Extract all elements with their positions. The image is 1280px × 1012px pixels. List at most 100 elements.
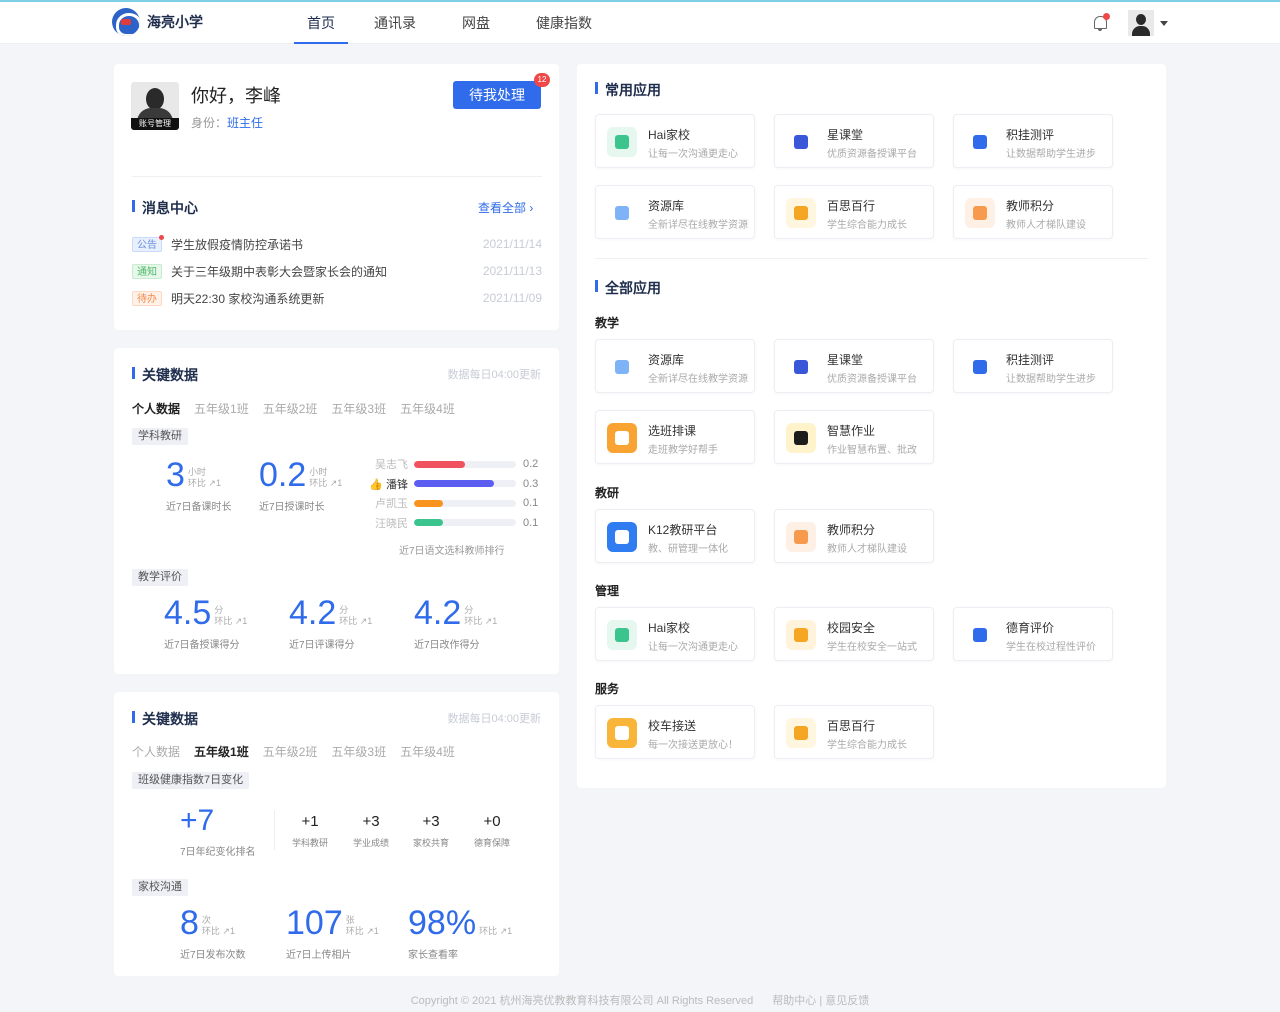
todo-button[interactable]: 待我处理	[453, 81, 541, 109]
trend-text: 环比 ↗1	[345, 926, 379, 936]
app-icon-glyph	[615, 360, 629, 374]
app-desc: 走班教学好帮手	[648, 445, 718, 456]
stat-unit: 张环比 ↗1	[346, 915, 379, 937]
app-desc: 优质资源备授课平台	[827, 149, 917, 160]
stat-unit: 分环比 ↗1	[339, 605, 372, 627]
prep-score-stat: 4.5 分环比 ↗1 近7日备授课得分	[164, 596, 247, 651]
app-icon-glyph	[794, 360, 808, 374]
app-tile[interactable]: 星课堂 优质资源备授课平台	[774, 339, 934, 393]
index-item: +3 学业成绩	[346, 813, 396, 849]
message-date: 2021/11/14	[482, 237, 542, 251]
app-icon	[607, 423, 637, 453]
role-line: 身份：班主任	[191, 114, 263, 131]
unit-text: 分	[464, 605, 474, 615]
key-data-title: 关键数据	[132, 709, 198, 729]
stat-label: 近7日上传相片	[286, 950, 352, 961]
message-date: 2021/11/13	[482, 264, 542, 278]
app-tile[interactable]: 选班排课 走班教学好帮手	[595, 410, 755, 464]
app-icon	[786, 718, 816, 748]
app-tile[interactable]: 智慧作业 作业智慧布置、批改	[774, 410, 934, 464]
nav-tab-contacts[interactable]: 通讯录	[374, 2, 416, 44]
unit-text: 小时	[187, 467, 206, 477]
app-tile[interactable]: 校车接送 每一次接送更放心！	[595, 705, 755, 759]
user-avatar[interactable]	[1128, 10, 1154, 36]
subtab-personal[interactable]: 个人数据	[132, 743, 180, 760]
subtab-class-2[interactable]: 五年级2班	[263, 400, 318, 417]
app-name: 资源库	[648, 199, 685, 213]
app-name: 百思百行	[827, 199, 876, 213]
message-row[interactable]: 通知 关于三年级期中表彰大会暨家长会的通知 2021/11/13	[132, 261, 542, 281]
app-tile[interactable]: 积挂测评 让数据帮助学生进步	[953, 114, 1113, 168]
app-icon-glyph	[615, 726, 629, 740]
nav-tab-home[interactable]: 首页	[294, 2, 348, 44]
rank-change-value: +7	[180, 804, 215, 837]
message-tag: 通知	[132, 263, 162, 279]
app-icon	[965, 198, 995, 228]
app-desc: 让每一次沟通更走心	[648, 149, 738, 160]
app-icon	[786, 352, 816, 382]
ranking-value: 0.1	[523, 497, 539, 509]
chevron-right-icon: ›	[529, 201, 534, 215]
app-tile[interactable]: 积挂测评 让数据帮助学生进步	[953, 339, 1113, 393]
chevron-down-icon[interactable]	[1160, 20, 1168, 26]
stat-value: 98%	[408, 904, 477, 942]
profile-avatar[interactable]: 账号管理	[131, 82, 179, 130]
bell-icon[interactable]	[1090, 13, 1110, 33]
message-row[interactable]: 待办 明天22:30 家校沟通系统更新 2021/11/09	[132, 288, 542, 308]
app-desc: 全新详尽在线教学资源	[648, 220, 748, 231]
nav-tab-health-index[interactable]: 健康指数	[536, 2, 592, 44]
app-tile[interactable]: 教师积分 教师人才梯队建设	[774, 509, 934, 563]
app-name: 百思百行	[827, 719, 876, 733]
app-icon-glyph	[615, 206, 629, 220]
app-icon-glyph	[794, 206, 808, 220]
subtab-personal[interactable]: 个人数据	[132, 400, 180, 417]
message-date: 2021/11/09	[482, 291, 542, 305]
divider	[274, 810, 275, 850]
nav-tab-drive[interactable]: 网盘	[462, 2, 490, 44]
message-row[interactable]: 公告 学生放假疫情防控承诺书 2021/11/14	[132, 234, 542, 254]
message-text: 关于三年级期中表彰大会暨家长会的通知	[171, 264, 388, 279]
view-all-link[interactable]: 查看全部 ›	[478, 199, 533, 216]
subtab-class-4[interactable]: 五年级4班	[400, 400, 455, 417]
tag-text: 公告	[137, 239, 157, 251]
subtab-class-2[interactable]: 五年级2班	[263, 743, 318, 760]
subtab-class-1[interactable]: 五年级1班	[194, 743, 249, 760]
key-data-title: 关键数据	[132, 365, 198, 385]
app-tile[interactable]: 百思百行 学生综合能力成长	[774, 185, 934, 239]
app-icon-glyph	[615, 431, 629, 445]
app-tile[interactable]: 资源库 全新详尽在线教学资源	[595, 339, 755, 393]
app-tile[interactable]: Hai家校 让每一次沟通更走心	[595, 607, 755, 661]
app-name: K12教研平台	[648, 523, 718, 537]
app-tile[interactable]: 德育评价 学生在校过程性评价	[953, 607, 1113, 661]
trend-text: 环比 ↗1	[187, 478, 221, 488]
subtab-class-4[interactable]: 五年级4班	[400, 743, 455, 760]
app-tile[interactable]: K12教研平台 教、研管理一体化	[595, 509, 755, 563]
ranking-row: 汪晓民 0.1	[364, 516, 540, 530]
index-value: +0	[483, 813, 501, 830]
subtab-class-3[interactable]: 五年级3班	[331, 400, 386, 417]
divider	[132, 176, 542, 177]
school-name: 海亮小学	[147, 14, 203, 30]
teach-time-stat: 0.2 小时 环比 ↗1 近7日授课时长	[259, 458, 342, 513]
data-subtabs: 个人数据 五年级1班 五年级2班 五年级3班 五年级4班	[132, 400, 469, 417]
school-logo[interactable]: 海亮小学	[112, 8, 203, 36]
app-tile[interactable]: Hai家校 让每一次沟通更走心	[595, 114, 755, 168]
app-name: 星课堂	[827, 353, 864, 367]
footer-links[interactable]: 帮助中心 | 意见反馈	[772, 995, 869, 1007]
subtab-class-3[interactable]: 五年级3班	[331, 743, 386, 760]
top-header: 海亮小学 首页 通讯录 网盘 健康指数	[0, 2, 1280, 44]
app-desc: 作业智慧布置、批改	[827, 445, 917, 456]
stat-label: 近7日备授课得分	[164, 640, 240, 651]
app-tile[interactable]: 教师积分 教师人才梯队建设	[953, 185, 1113, 239]
app-icon-glyph	[973, 206, 987, 220]
app-tile[interactable]: 校园安全 学生在校安全一站式	[774, 607, 934, 661]
app-icon	[607, 620, 637, 650]
app-tile[interactable]: 资源库全新详尽在线教学资源	[595, 185, 755, 239]
teacher-name: 汪晓民	[375, 517, 408, 530]
stat-value: 4.2	[414, 594, 462, 632]
app-tile[interactable]: 百思百行 学生综合能力成长	[774, 705, 934, 759]
subtab-class-1[interactable]: 五年级1班	[194, 400, 249, 417]
ranking-caption: 近7日语文选科教师排行	[399, 546, 505, 557]
teacher-name: 卢凯玉	[375, 498, 408, 510]
app-tile[interactable]: 星课堂 优质资源备授课平台	[774, 114, 934, 168]
